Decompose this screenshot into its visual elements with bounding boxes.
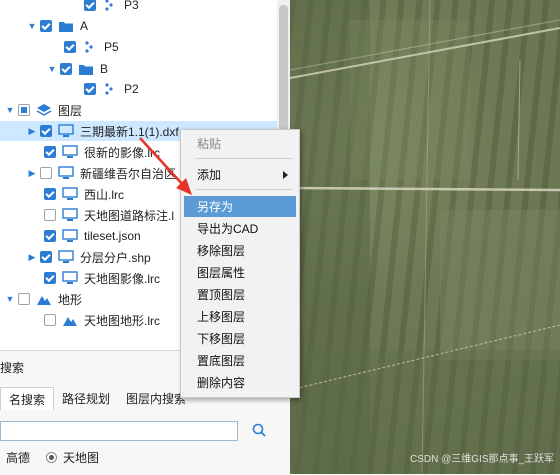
submenu-arrow-icon [283,171,288,179]
tree-item-label: 天地图地形.lrc [84,313,160,328]
point-icon [82,40,98,54]
checkbox[interactable] [18,293,30,305]
tree-item-p2[interactable]: P2 [84,79,139,99]
checkbox[interactable] [84,83,96,95]
search-input[interactable] [0,421,238,441]
tab-place-search[interactable]: 名搜索 [0,387,55,410]
collapse-arrow-icon[interactable]: ▼ [26,20,38,32]
checkbox[interactable] [44,188,56,200]
checkbox[interactable] [84,0,96,11]
menu-item-export-cad[interactable]: 导出为CAD [184,218,296,239]
satellite-map-view[interactable] [290,0,560,474]
layers-icon [36,103,52,117]
tree-item-terrain-1[interactable]: 天地图地形.lrc [44,310,160,330]
monitor-icon [62,229,78,243]
tree-item-layer-7[interactable]: ▶ 分层分户.shp [26,247,151,267]
tree-item-label: 新疆维吾尔自治区 [80,166,177,181]
search-panel-title: 搜索 [0,361,25,375]
watermark: CSDN @三维GIS那点事_王跃军 [410,454,555,465]
tree-item-label: P2 [124,82,139,96]
checkbox[interactable] [44,146,56,158]
tree-group-a[interactable]: ▼ A [26,16,88,36]
radio-tianditu[interactable] [46,451,58,463]
monitor-icon [58,250,74,264]
monitor-icon [62,208,78,222]
tree-item-label: P3 [124,0,139,12]
radio-label-tianditu[interactable]: 天地图 [63,449,99,466]
checkbox[interactable] [60,63,72,75]
point-icon [102,82,118,96]
collapse-arrow-icon[interactable]: ▼ [46,63,58,75]
tree-group-terrain[interactable]: ▼ 地形 [4,289,82,309]
tree-item-p3[interactable]: P3 [84,0,139,15]
checkbox[interactable] [44,230,56,242]
menu-item-top-layer[interactable]: 置顶图层 [184,284,296,305]
menu-item-layer-properties[interactable]: 图层属性 [184,262,296,283]
context-menu: 粘贴 添加 另存为 导出为CAD 移除图层 图层属性 置顶图层 上移图层 下移图… [180,129,300,398]
tree-item-label: tileset.json [84,229,141,243]
tree-item-layer-6[interactable]: tileset.json [44,226,141,246]
search-tabs: 名搜索 路径规划 图层内搜索 [0,387,194,410]
tree-item-layer-5[interactable]: 天地图道路标注.l [44,205,174,225]
menu-item-paste[interactable]: 粘贴 [184,133,296,154]
checkbox[interactable] [40,125,52,137]
point-icon [102,0,118,12]
checkbox[interactable] [44,209,56,221]
checkbox[interactable] [44,272,56,284]
expand-arrow-icon[interactable]: ▶ [26,167,38,179]
checkbox[interactable] [40,20,52,32]
checkbox[interactable] [64,41,76,53]
tree-item-label: 图层 [58,103,83,118]
menu-item-bottom-layer[interactable]: 置底图层 [184,350,296,371]
tree-item-label: 很新的影像.lrc [84,145,160,160]
menu-item-remove-layer[interactable]: 移除图层 [184,240,296,261]
tree-group-b[interactable]: ▼ B [46,59,108,79]
menu-item-move-up[interactable]: 上移图层 [184,306,296,327]
menu-separator [195,158,293,159]
expand-arrow-icon[interactable]: ▶ [26,125,38,137]
menu-item-save-as[interactable]: 另存为 [184,196,296,217]
tree-item-label: 地形 [58,292,83,307]
checkbox[interactable] [40,251,52,263]
menu-item-move-down[interactable]: 下移图层 [184,328,296,349]
menu-item-add[interactable]: 添加 [184,164,296,185]
tree-item-label: P5 [104,40,119,54]
tree-group-layers[interactable]: ▼ 图层 [4,100,82,120]
monitor-icon [62,145,78,159]
monitor-icon [58,124,74,138]
tree-item-layer-8[interactable]: 天地图影像.lrc [44,268,160,288]
terrain-icon [36,292,52,306]
tab-route-planning[interactable]: 路径规划 [54,387,118,409]
tree-item-label: 天地图道路标注.l [84,208,175,223]
tree-item-label: 分层分户.shp [80,250,151,265]
folder-icon [58,19,74,33]
tree-item-label: 天地图影像.lrc [84,271,160,286]
search-icon[interactable] [252,423,266,440]
menu-separator [195,189,293,190]
monitor-icon [62,187,78,201]
monitor-icon [58,166,74,180]
checkbox[interactable] [40,167,52,179]
expand-arrow-icon[interactable]: ▶ [26,251,38,263]
folder-icon [78,62,94,76]
partial-checkbox[interactable] [18,104,30,116]
menu-item-delete-content[interactable]: 删除内容 [184,372,296,393]
terrain-icon [62,313,78,327]
tree-item-layer-4[interactable]: 西山.lrc [44,184,124,204]
tree-item-label: 三期最新1.1(1).dxf [80,124,179,139]
menu-item-label: 添加 [197,168,222,182]
checkbox[interactable] [44,314,56,326]
tree-item-layer-2[interactable]: 很新的影像.lrc [44,142,160,162]
tree-item-label: A [80,19,89,33]
tree-item-label: 西山.lrc [84,187,124,202]
tree-item-layer-3[interactable]: ▶ 新疆维吾尔自治区 [26,163,176,183]
monitor-icon [62,271,78,285]
tree-item-label: B [100,62,109,76]
provider-radio-group: 高德 天地图 [0,448,99,466]
collapse-arrow-icon[interactable]: ▼ [4,293,16,305]
tree-item-p5[interactable]: P5 [64,37,119,57]
radio-label-gaode[interactable]: 高德 [6,449,30,466]
collapse-arrow-icon[interactable]: ▼ [4,104,16,116]
map-roads [290,0,560,474]
